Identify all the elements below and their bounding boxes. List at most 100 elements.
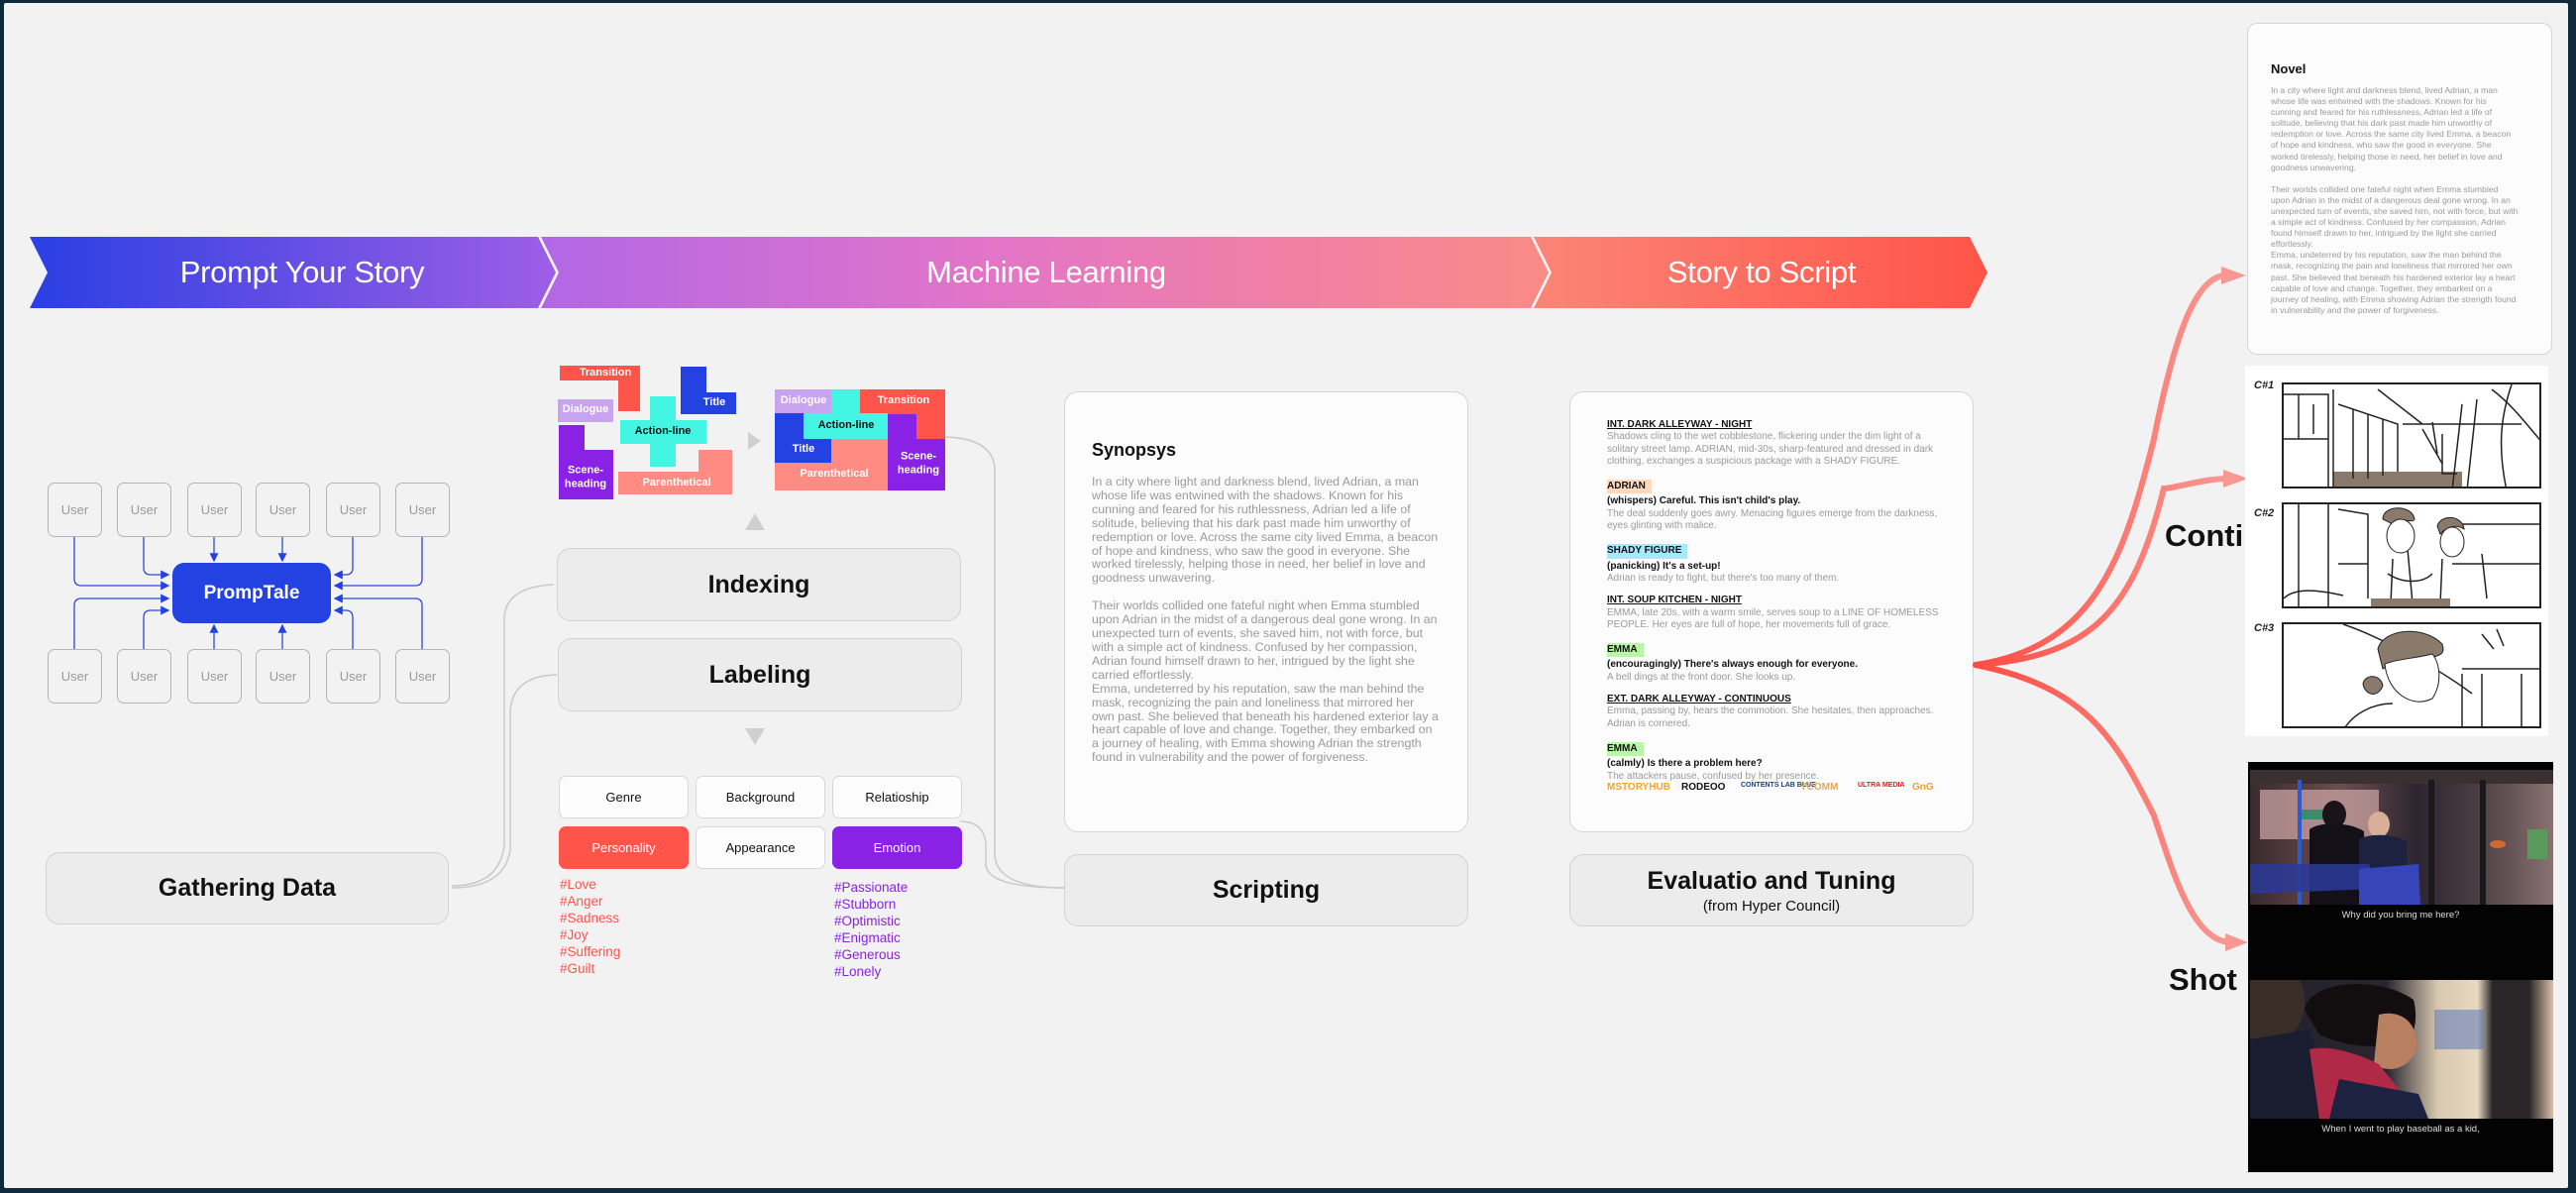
cut-label: C#3 [2254,622,2275,634]
evaluation-tuning-title: Evaluatio and Tuning [1647,866,1896,895]
cut-label: C#2 [2254,507,2275,519]
shot-subtitle: Why did you bring me here? [2341,910,2460,921]
triangle-up-icon [745,513,765,530]
hashtag: #Suffering [560,944,621,959]
conti-label: Conti [2165,518,2244,553]
character-name: EMMA [1607,741,1644,757]
synopsis-paragraph: Their worlds collided one fateful night … [1092,598,1438,682]
hashtag: #Optimistic [834,914,901,928]
script-elements-unsorted: Transition Dialogue Title Action-line Sc… [556,363,744,501]
partner-logo: ULTRA MEDIA [1858,782,1905,789]
film-shot-panel: Why did you bring me here? When I went t… [2248,762,2553,1172]
hashtag: #Anger [560,894,603,909]
dialogue-line: (encouragingly) There's always enough fo… [1607,659,1858,671]
hashtag: #Generous [834,947,901,962]
triangle-down-icon [745,728,765,745]
hashtag: #Joy [560,927,589,942]
scene-heading: INT. DARK ALLEYWAY - NIGHT [1607,419,1753,430]
output-branch-arrows [1973,267,2248,951]
arrowhead-shot [2225,933,2248,951]
puzzle-sorted-label-parenthetical: Parenthetical [800,468,869,481]
novel-output-card: Novel In a city where light and darkness… [2247,23,2552,355]
synopsis-text: In a city where light and darkness blend… [1092,475,1439,765]
emotion-hashtags: #Passionate #Stubborn #Optimistic #Enigmati… [834,879,908,980]
banner-stage-story-to-script: Story to Script [1666,255,1857,289]
dialogue-line: (whispers) Careful. This isn't child's p… [1607,495,1801,507]
novel-paragraph: Emma, undeterred by his reputation, saw … [2271,250,2517,315]
action-line: Shadows cling to the wet cobblestone, fl… [1607,431,1934,467]
hashtag: #Passionate [834,880,909,895]
character-name: ADRIAN [1607,480,1652,494]
action-line: The attackers pause, confused by her pre… [1607,770,1820,782]
hashtag: #Love [560,877,596,892]
hashtag: #Sadness [560,911,620,925]
shot-still-1 [2250,770,2553,905]
scripting-step: Scripting [1064,854,1468,926]
partner-logo: MSTORYHUB [1607,782,1670,793]
scene-heading: EXT. DARK ALLEYWAY - CONTINUOUS [1607,694,1791,705]
puzzle-sorted-label-transition: Transition [877,394,930,407]
novel-text: In a city where light and darkness blend… [2271,85,2519,316]
storyboard-panel: C#1 C#2 C#3 [2245,366,2548,736]
action-line: A bell dings at the front door. She look… [1607,671,1796,683]
shot-image-closeup [2250,980,2484,1119]
script-elements-sorted: Dialogue Transition Action-line Title Sc… [775,389,947,491]
character-name: EMMA [1607,643,1644,658]
dialogue-line: (calmly) Is there a problem here? [1607,758,1763,770]
evaluation-tuning-subtitle: (from Hyper Council) [1702,897,1841,915]
action-line: Adrian is ready to fight, but there's to… [1607,572,1840,584]
novel-paragraph: Their worlds collided one fateful night … [2271,183,2519,250]
puzzle-label-dialogue: Dialogue [562,403,609,416]
personality-hashtags: #Love #Anger #Sadness #Joy #Suffering #Guilt [560,876,620,977]
shot-still-2 [2250,980,2553,1119]
synopsis-paragraph: Emma, undeterred by his reputation, saw … [1092,681,1439,765]
cut-label: C#1 [2254,380,2275,391]
hashtag: #Lonely [834,964,882,979]
hashtag: #Stubborn [834,897,897,912]
labeling-step: Labeling [558,638,962,711]
hashtag: #Enigmatic [834,930,901,945]
novel-title: Novel [2271,61,2307,76]
puzzle-sorted-label-title: Title [792,443,815,456]
screenplay-text: INT. DARK ALLEYWAY - NIGHT Shadows cling… [1607,419,1954,783]
tag-personality[interactable]: Personality [559,826,689,869]
evaluation-tuning-step: Evaluatio and Tuning (from Hyper Council… [1569,854,1974,926]
storyboard-sketch-closeup [2342,624,2539,726]
puzzle-label-title: Title [702,396,726,409]
action-line: The deal suddenly goes awry. Menacing fi… [1607,507,1938,532]
puzzle-label-action-line: Action-line [634,425,692,438]
storyboard-frame-1 [2282,382,2541,488]
storyboard-frame-2 [2282,502,2541,608]
synopsis-card: Synopsys In a city where light and darkn… [1064,391,1468,832]
partner-logo: YCOMM [1800,782,1839,793]
puzzle-label-scene-heading: Scene- heading [564,464,607,489]
tag-background[interactable]: Background [696,776,825,818]
tag-relationship[interactable]: Relatioship [832,776,962,818]
hashtag: #Guilt [560,961,595,976]
shot-label: Shot [2169,962,2237,997]
synopsis-title: Synopsys [1092,440,1177,460]
tag-appearance[interactable]: Appearance [696,826,825,869]
puzzle-label-transition: Transition [579,367,632,380]
action-line: EMMA, late 20s, with a warm smile, serve… [1607,606,1939,630]
synopsis-paragraph: In a city where light and darkness blend… [1092,475,1439,586]
shot-image-bus-passengers [2250,770,2553,905]
tag-genre[interactable]: Genre [559,776,689,818]
storyboard-sketch-two-passengers [2284,504,2539,606]
novel-paragraph: In a city where light and darkness blend… [2271,85,2512,172]
puzzle-sorted-label-dialogue: Dialogue [780,394,827,407]
arrow-to-conti [1973,476,2231,668]
storyboard-frame-3 [2282,622,2541,728]
gathering-data-step: Gathering Data [46,852,449,924]
partner-logo: RODEOO [1681,782,1726,793]
indexing-step: Indexing [557,548,961,621]
arrowhead-novel [2221,267,2246,284]
script-card: INT. DARK ALLEYWAY - NIGHT Shadows cling… [1569,391,1974,832]
tag-emotion[interactable]: Emotion [832,826,962,869]
dialogue-line: (panicking) It's a set-up! [1607,560,1721,572]
scene-heading: INT. SOUP KITCHEN - NIGHT [1607,595,1742,606]
arrow-to-novel [1973,272,2226,668]
arrow-to-shot [1973,662,2234,945]
storyboard-sketch-bus-interior [2284,384,2539,487]
puzzle-label-parenthetical: Parenthetical [642,477,711,489]
